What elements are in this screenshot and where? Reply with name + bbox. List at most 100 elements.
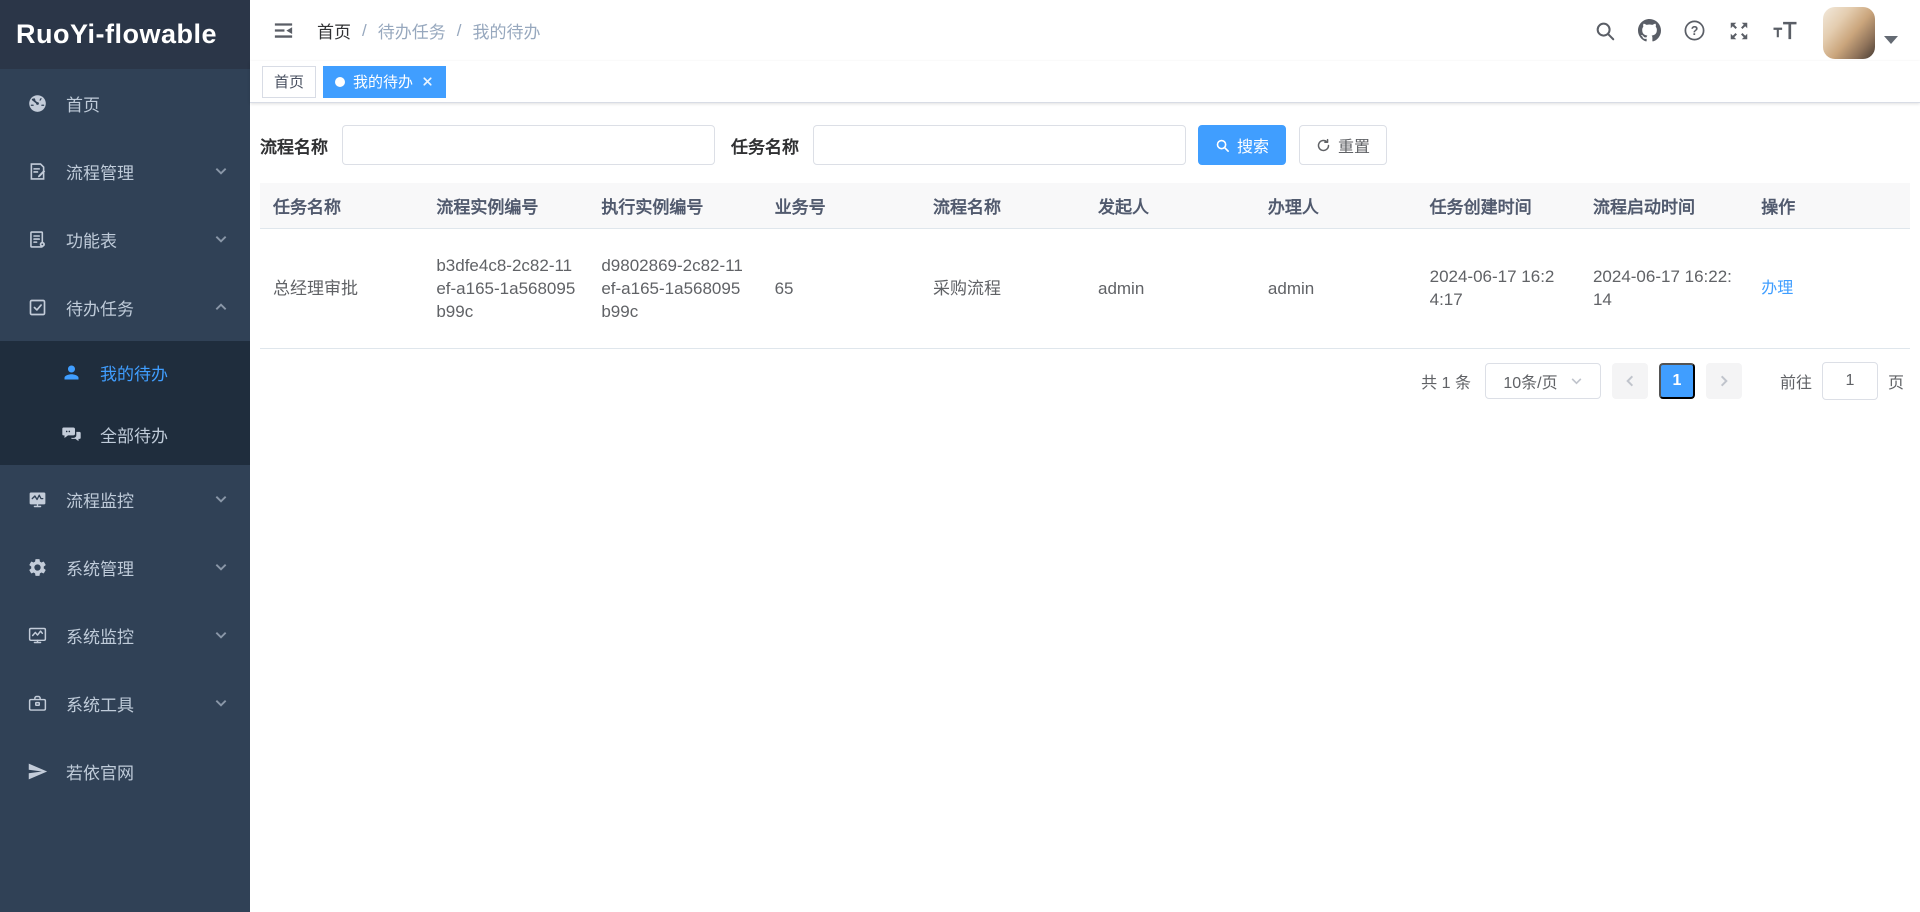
app-root: RuoYi-flowable 首页 流程管理	[0, 0, 1920, 912]
chevron-down-icon	[214, 492, 228, 506]
paper-plane-icon	[26, 760, 48, 782]
col-assignee: 办理人	[1255, 183, 1417, 228]
page-size-value: 10条/页	[1503, 369, 1557, 393]
hamburger-icon[interactable]	[250, 19, 309, 42]
reset-button[interactable]: 重置	[1299, 125, 1387, 165]
top-navbar: 首页 / 待办任务 / 我的待办 ?	[250, 0, 1920, 61]
search-icon[interactable]	[1583, 20, 1627, 42]
tab-my-todo[interactable]: 我的待办	[323, 66, 446, 98]
sidebar-item-all-todo[interactable]: 全部待办	[0, 403, 250, 465]
col-process-started: 流程启动时间	[1580, 183, 1748, 228]
col-task-name: 任务名称	[260, 183, 423, 228]
sidebar-item-official-site[interactable]: 若依官网	[0, 737, 250, 805]
process-manage-icon	[26, 160, 48, 182]
sidebar-item-label: 待办任务	[66, 295, 134, 320]
sidebar-submenu-todo: 我的待办 全部待办	[0, 341, 250, 465]
cell-task-created: 2024-06-17 16:24:17	[1417, 228, 1580, 348]
cell-initiator: admin	[1085, 228, 1255, 348]
col-business-no: 业务号	[762, 183, 920, 228]
chevron-down-icon	[214, 232, 228, 246]
user-icon	[60, 361, 82, 383]
table-header: 任务名称 流程实例编号 执行实例编号 业务号 流程名称 发起人 办理人 任务创建…	[260, 183, 1910, 228]
sidebar-item-todo-tasks[interactable]: 待办任务	[0, 273, 250, 341]
sidebar-item-home[interactable]: 首页	[0, 69, 250, 137]
cell-process-instance-id: b3dfe4c8-2c82-11ef-a165-1a568095b99c	[423, 228, 588, 348]
avatar[interactable]	[1823, 7, 1875, 59]
system-monitor-icon	[26, 624, 48, 646]
col-actions: 操作	[1748, 183, 1910, 228]
chats-icon	[60, 423, 82, 445]
cell-task-name: 总经理审批	[260, 228, 423, 348]
refresh-icon	[1316, 138, 1331, 153]
sidebar-item-system-manage[interactable]: 系统管理	[0, 533, 250, 601]
search-button[interactable]: 搜索	[1198, 125, 1286, 165]
page-number-button[interactable]: 1	[1659, 363, 1695, 399]
help-icon[interactable]: ?	[1672, 19, 1717, 42]
next-page-button[interactable]	[1706, 363, 1742, 399]
sidebar: RuoYi-flowable 首页 流程管理	[0, 0, 250, 912]
sidebar-item-label: 首页	[66, 91, 100, 116]
pagination: 共 1 条 10条/页 1 前往 页	[260, 362, 1910, 400]
svg-text:?: ?	[1691, 24, 1699, 38]
caret-down-icon	[1884, 36, 1898, 44]
todo-checkbox-icon	[26, 296, 48, 318]
breadcrumb-todo-tasks: 待办任务	[378, 18, 446, 43]
sidebar-item-process-monitor[interactable]: 流程监控	[0, 465, 250, 533]
fullscreen-icon[interactable]	[1717, 20, 1761, 42]
sidebar-item-label: 流程监控	[66, 487, 134, 512]
close-icon[interactable]	[421, 75, 434, 88]
app-logo[interactable]: RuoYi-flowable	[0, 0, 250, 69]
font-size-icon[interactable]	[1761, 19, 1809, 42]
dashboard-icon	[26, 92, 48, 114]
main-area: 首页 / 待办任务 / 我的待办 ?	[250, 0, 1920, 912]
cell-business-no: 65	[762, 228, 920, 348]
col-process-name: 流程名称	[920, 183, 1085, 228]
cell-assignee: admin	[1255, 228, 1417, 348]
active-dot	[335, 77, 345, 87]
todo-table: 任务名称 流程实例编号 执行实例编号 业务号 流程名称 发起人 办理人 任务创建…	[260, 183, 1910, 349]
sidebar-item-system-tools[interactable]: 系统工具	[0, 669, 250, 737]
cell-actions: 办理	[1748, 228, 1910, 348]
sidebar-item-label: 系统管理	[66, 555, 134, 580]
tab-home[interactable]: 首页	[262, 66, 316, 98]
sidebar-item-system-monitor[interactable]: 系统监控	[0, 601, 250, 669]
app-logo-text: RuoYi-flowable	[16, 19, 217, 50]
sidebar-item-process-manage[interactable]: 流程管理	[0, 137, 250, 205]
task-name-input[interactable]	[813, 125, 1186, 165]
page-unit-label: 页	[1888, 369, 1904, 393]
sidebar-item-my-todo[interactable]: 我的待办	[0, 341, 250, 403]
sidebar-item-label: 若依官网	[66, 759, 134, 784]
sidebar-item-function-table[interactable]: 功能表	[0, 205, 250, 273]
breadcrumb-home[interactable]: 首页	[317, 18, 351, 43]
user-menu[interactable]	[1823, 2, 1898, 59]
cell-process-started: 2024-06-17 16:22:14	[1580, 228, 1748, 348]
chevron-up-icon	[214, 300, 228, 314]
col-execution-id: 执行实例编号	[588, 183, 761, 228]
tab-label: 我的待办	[353, 71, 413, 92]
chevron-down-icon	[1570, 374, 1583, 387]
sidebar-item-label: 系统工具	[66, 691, 134, 716]
form-icon	[26, 228, 48, 250]
page-size-select[interactable]: 10条/页	[1485, 363, 1601, 399]
total-count: 共 1 条	[1421, 369, 1471, 393]
breadcrumb: 首页 / 待办任务 / 我的待办	[317, 18, 540, 43]
page-content: 流程名称 任务名称 搜索 重置	[250, 103, 1920, 912]
sidebar-item-label: 功能表	[66, 227, 117, 252]
tags-view-bar: 首页 我的待办	[250, 61, 1920, 103]
prev-page-button[interactable]	[1612, 363, 1648, 399]
process-name-label: 流程名称	[260, 133, 328, 158]
col-initiator: 发起人	[1085, 183, 1255, 228]
gear-icon	[26, 556, 48, 578]
github-icon[interactable]	[1627, 19, 1672, 42]
sidebar-item-label: 我的待办	[100, 360, 168, 385]
breadcrumb-separator: /	[457, 21, 462, 41]
goto-label: 前往	[1780, 369, 1812, 393]
goto-page-input[interactable]	[1822, 362, 1878, 400]
table-row: 总经理审批 b3dfe4c8-2c82-11ef-a165-1a568095b9…	[260, 228, 1910, 348]
chevron-down-icon	[214, 164, 228, 178]
sidebar-menu: 首页 流程管理 功能表	[0, 69, 250, 912]
handle-task-link[interactable]: 办理	[1761, 280, 1793, 297]
process-monitor-icon	[26, 488, 48, 510]
sidebar-item-label: 流程管理	[66, 159, 134, 184]
process-name-input[interactable]	[342, 125, 715, 165]
